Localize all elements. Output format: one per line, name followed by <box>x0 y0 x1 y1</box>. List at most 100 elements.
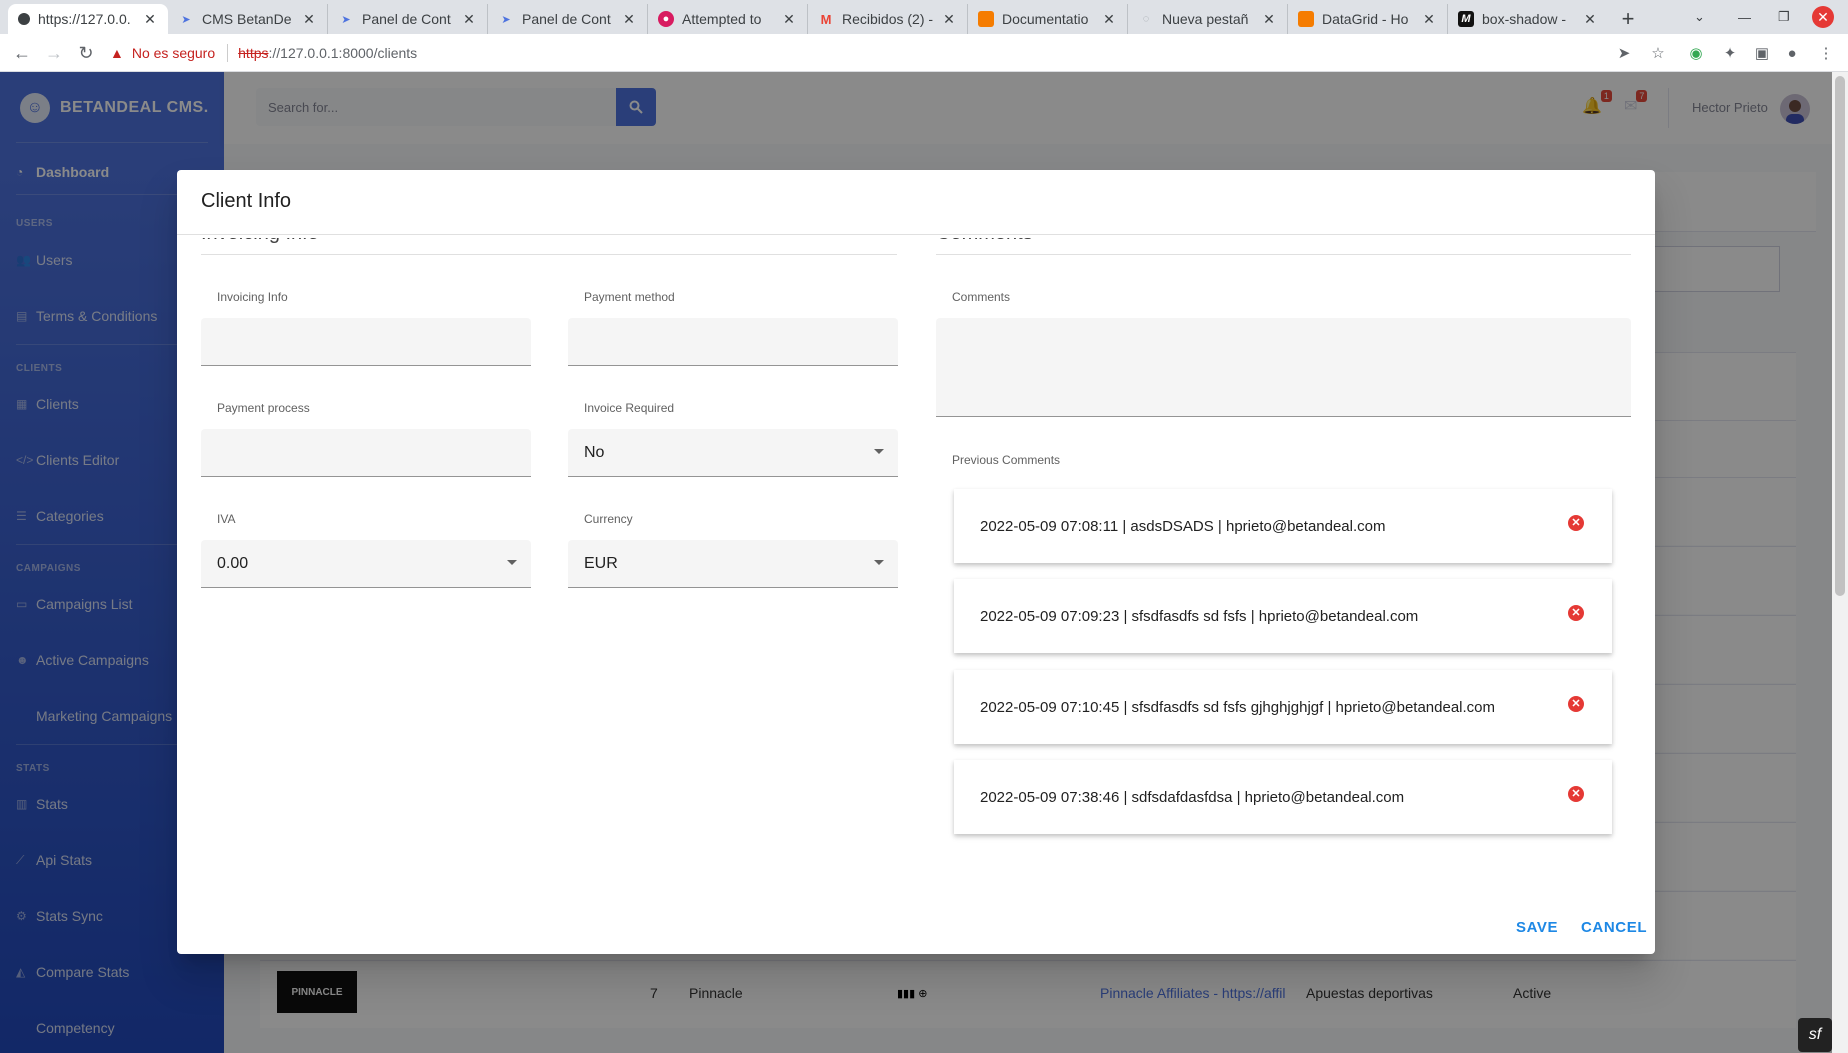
security-status[interactable]: No es seguro <box>132 45 215 61</box>
scrollbar-thumb[interactable] <box>1835 76 1845 596</box>
sidepanel-icon[interactable]: ▣ <box>1752 43 1772 63</box>
tab-search-icon[interactable]: ⌄ <box>1694 0 1705 34</box>
comment-item: 2022-05-09 07:08:11 | asdsDSADS | hpriet… <box>954 489 1612 563</box>
close-icon: ✕ <box>1812 6 1834 28</box>
dialog-title: Client Info <box>201 190 292 212</box>
reload-icon[interactable]: ↻ <box>74 41 98 65</box>
invoice-required-select[interactable]: No <box>568 429 898 477</box>
puzzle-icon[interactable]: ✦ <box>1720 43 1740 63</box>
mail-icon: M <box>820 11 832 27</box>
warning-icon: ▲ <box>110 45 124 61</box>
client-info-dialog: Client Info Invoicing Info Invoicing Inf… <box>177 170 1655 954</box>
page-scrollbar[interactable] <box>1832 72 1848 1053</box>
profile-icon[interactable]: ● <box>1782 43 1802 63</box>
delete-comment-icon[interactable]: ✕ <box>1568 786 1584 802</box>
tab-title: CMS BetanDe <box>202 11 292 27</box>
divider <box>201 254 897 255</box>
divider <box>936 254 1631 255</box>
dropdown-arrow-icon <box>874 560 884 565</box>
browser-tab[interactable]: ➤ CMS BetanDe ✕ <box>168 4 328 34</box>
browser-tab[interactable]: ➤ Panel de Cont ✕ <box>488 4 648 34</box>
star-icon[interactable]: ☆ <box>1648 43 1668 63</box>
close-tab-icon[interactable]: ✕ <box>941 11 957 28</box>
invoice-required-value: No <box>584 443 605 461</box>
close-tab-icon[interactable]: ✕ <box>621 11 637 28</box>
close-tab-icon[interactable]: ✕ <box>1421 11 1437 28</box>
docs-icon <box>978 11 994 27</box>
feather-icon: ➤ <box>341 13 351 26</box>
close-tab-icon[interactable]: ✕ <box>461 11 477 28</box>
new-tab-button[interactable]: + <box>1608 4 1648 34</box>
payment-method-field[interactable] <box>568 318 898 366</box>
forward-icon[interactable]: → <box>42 41 66 65</box>
bug-icon: ● <box>658 11 674 27</box>
close-tab-icon[interactable]: ✕ <box>142 11 158 28</box>
symfony-toolbar-icon[interactable]: sf <box>1798 1018 1832 1052</box>
feather-icon: ➤ <box>181 13 191 26</box>
minimize-icon[interactable]: — <box>1738 0 1751 34</box>
comment-text: 2022-05-09 07:08:11 | asdsDSADS | hpriet… <box>980 517 1386 535</box>
browser-tab[interactable]: ● Attempted to ✕ <box>648 4 808 34</box>
page-icon <box>18 13 30 25</box>
comment-text: 2022-05-09 07:09:23 | sfsdfasdfs sd fsfs… <box>980 607 1419 625</box>
back-icon[interactable]: ← <box>10 41 34 65</box>
comment-item: 2022-05-09 07:38:46 | sdfsdafdasfdsa | h… <box>954 760 1612 834</box>
extension-icon[interactable]: ◉ <box>1686 43 1706 63</box>
globe-icon: ◌ <box>1142 13 1150 25</box>
close-tab-icon[interactable]: ✕ <box>1582 11 1598 28</box>
close-tab-icon[interactable]: ✕ <box>781 11 797 28</box>
divider <box>177 234 1655 235</box>
invoice-required-label: Invoice Required <box>584 401 675 415</box>
currency-select[interactable]: EUR <box>568 540 898 588</box>
tab-title: box-shadow - <box>1482 11 1567 27</box>
invoicing-info-label: Invoicing Info <box>217 290 288 304</box>
tab-title: https://127.0.0. <box>38 11 131 27</box>
payment-process-field[interactable] <box>201 429 531 477</box>
divider <box>227 44 229 62</box>
browser-tab-strip: https://127.0.0. ✕ ➤ CMS BetanDe ✕ ➤ Pan… <box>0 0 1848 34</box>
browser-tab[interactable]: ◌ Nueva pestañ ✕ <box>1128 4 1288 34</box>
url-path: ://127.0.0.1:8000/clients <box>268 45 418 61</box>
delete-comment-icon[interactable]: ✕ <box>1568 515 1584 531</box>
url-field[interactable]: ▲ No es seguro https ://127.0.0.1:8000/c… <box>110 38 1640 68</box>
window-close-button[interactable]: ✕ <box>1812 0 1834 34</box>
browser-tab[interactable]: M box-shadow - ✕ <box>1448 4 1608 34</box>
comments-label: Comments <box>952 290 1011 304</box>
tab-title: Nueva pestañ <box>1162 11 1249 27</box>
comments-textarea[interactable] <box>936 318 1631 417</box>
close-tab-icon[interactable]: ✕ <box>301 11 317 28</box>
tab-title: DataGrid - Ho <box>1322 11 1409 27</box>
close-tab-icon[interactable]: ✕ <box>1101 11 1117 28</box>
browser-tab[interactable]: DataGrid - Ho ✕ <box>1288 4 1448 34</box>
send-icon[interactable]: ➤ <box>1614 43 1634 63</box>
save-button[interactable]: SAVE <box>1516 919 1558 936</box>
iva-select[interactable]: 0.00 <box>201 540 531 588</box>
comment-item: 2022-05-09 07:10:45 | sfsdfasdfs sd fsfs… <box>954 670 1612 744</box>
docs-icon <box>1298 11 1314 27</box>
browser-tab[interactable]: https://127.0.0. ✕ <box>8 4 168 34</box>
payment-process-label: Payment process <box>217 401 310 415</box>
menu-icon[interactable]: ⋮ <box>1816 43 1836 63</box>
url-scheme: https <box>238 45 269 61</box>
close-tab-icon[interactable]: ✕ <box>1261 11 1277 28</box>
invoicing-info-field[interactable] <box>201 318 531 366</box>
address-bar: ← → ↻ ▲ No es seguro https ://127.0.0.1:… <box>0 34 1848 72</box>
currency-value: EUR <box>584 554 618 572</box>
tab-title: Attempted to <box>682 11 762 27</box>
delete-comment-icon[interactable]: ✕ <box>1568 605 1584 621</box>
tab-title: Documentatio <box>1002 11 1089 27</box>
browser-tab[interactable]: ➤ Panel de Cont ✕ <box>328 4 488 34</box>
iva-value: 0.00 <box>217 554 249 572</box>
comment-item: 2022-05-09 07:09:23 | sfsdfasdfs sd fsfs… <box>954 579 1612 653</box>
tab-title: Panel de Cont <box>362 11 451 27</box>
tab-title: Recibidos (2) - <box>842 11 934 27</box>
browser-tab[interactable]: Documentatio ✕ <box>968 4 1128 34</box>
restore-icon[interactable]: ❐ <box>1778 0 1790 34</box>
dropdown-arrow-icon <box>507 560 517 565</box>
currency-label: Currency <box>584 512 633 526</box>
feather-icon: ➤ <box>501 13 511 26</box>
delete-comment-icon[interactable]: ✕ <box>1568 696 1584 712</box>
browser-tab[interactable]: M Recibidos (2) - ✕ <box>808 4 968 34</box>
cancel-button[interactable]: CANCEL <box>1581 919 1647 936</box>
comment-text: 2022-05-09 07:10:45 | sfsdfasdfs sd fsfs… <box>980 698 1496 716</box>
